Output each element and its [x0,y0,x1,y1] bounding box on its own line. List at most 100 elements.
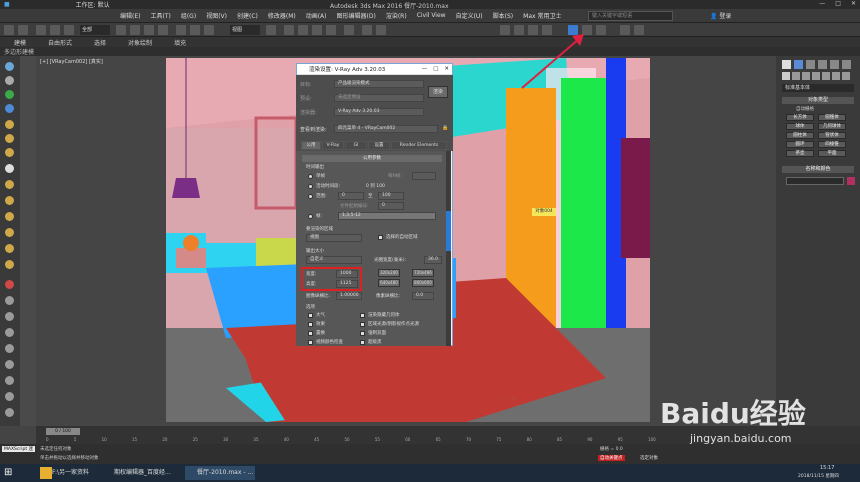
motion-tab-icon[interactable] [818,60,827,69]
cylinder-icon[interactable] [5,212,14,221]
scale-icon[interactable] [204,25,214,35]
vray-render-icon[interactable] [634,25,644,35]
video-color-check-checkbox[interactable] [308,340,313,345]
tab-gi[interactable]: GI [345,141,367,150]
super-black-checkbox[interactable] [360,340,365,345]
autogrid-checkbox[interactable]: 自动栅格 [796,106,814,112]
helper-icon[interactable] [5,148,14,157]
geosphere-button[interactable]: 几何球体 [818,123,846,130]
systems-icon[interactable] [842,72,850,80]
render-hidden-checkbox[interactable] [360,313,365,318]
every-nth-input[interactable] [412,172,436,180]
output-size-dropdown[interactable]: 自定义 [306,256,362,264]
tab-common[interactable]: 公用 [301,141,321,150]
teapot-button[interactable]: 茶壶 [786,150,814,157]
name-color-header[interactable]: 名称和颜色 [782,166,854,173]
area-lights-checkbox[interactable] [360,322,365,327]
login-button[interactable]: 👤 登录 [710,11,750,21]
renderer-dropdown[interactable]: V-Ray Adv 3.20.03 [334,108,424,116]
vray-frame-buffer-icon[interactable] [620,25,630,35]
angle-snap-icon[interactable] [298,25,308,35]
auto-key-button[interactable]: 自动关键点 [598,455,625,461]
render-production-icon[interactable] [596,25,606,35]
effects-checkbox[interactable] [308,322,313,327]
object-name-input[interactable] [786,177,844,185]
range-radio[interactable] [308,194,313,199]
select-object-icon[interactable] [116,25,126,35]
tool-a-icon[interactable] [5,280,14,289]
cylinder-button[interactable]: 圆柱体 [786,132,814,139]
lock-icon[interactable]: 🔒 [442,125,448,131]
mirror-icon[interactable] [362,25,372,35]
bind-spacewarp-icon[interactable] [64,25,74,35]
tab-vray[interactable]: V-Ray [322,141,344,150]
menu-scripting[interactable]: 脚本(S) [493,11,514,20]
ribbon-tab-modeling[interactable]: 建模 [14,38,26,47]
menu-tools[interactable]: 工具(T) [150,11,170,20]
menu-edit[interactable]: 编辑(E) [120,11,140,20]
primitive-type-dropdown[interactable]: 标准基本体 [782,84,854,92]
tab-render-elements[interactable]: Render Elements [391,141,447,150]
shapes-icon[interactable] [792,72,800,80]
pivot-icon[interactable] [266,25,276,35]
file-start-input[interactable]: 0 [378,202,404,210]
selection-filter-dropdown[interactable]: 全部 [80,25,110,35]
move-icon[interactable] [176,25,186,35]
create-icon[interactable] [5,62,14,71]
menu-civil-view[interactable]: Civil View [417,12,446,19]
cameras-icon[interactable] [812,72,820,80]
force-2sided-checkbox[interactable] [360,331,365,336]
selected-dropdown[interactable]: 选定对象 [640,455,658,461]
light-icon[interactable] [5,120,14,129]
displacement-checkbox[interactable] [308,331,313,336]
geometry-icon[interactable] [782,72,790,80]
scrollbar-thumb[interactable] [446,211,451,251]
minimize-icon[interactable]: — [819,0,825,7]
percent-snap-icon[interactable] [312,25,322,35]
helpers-icon[interactable] [822,72,830,80]
modify-tab-icon[interactable] [794,60,803,69]
spacewarps-icon[interactable] [832,72,840,80]
close-icon[interactable]: ✕ [851,0,856,7]
app-icon[interactable]: ■ [4,1,10,8]
menu-customize[interactable]: 自定义(U) [456,11,483,20]
taskbar-item-folder[interactable]: F:\另一家资料 [40,466,100,480]
ribbon-tab-selection[interactable]: 选择 [94,38,106,47]
utilities-tab-icon[interactable] [842,60,851,69]
dialog-maximize-icon[interactable]: □ [433,66,438,72]
teapot-icon[interactable] [5,260,14,269]
box-button[interactable]: 长方体 [786,114,814,121]
range-from-input[interactable]: 0 [338,192,364,200]
tool-e-icon[interactable] [5,344,14,353]
single-radio[interactable] [308,174,313,179]
hierarchy-tab-icon[interactable] [806,60,815,69]
tube-button[interactable]: 管状体 [818,132,846,139]
rect-selection-icon[interactable] [144,25,154,35]
spinner-snap-icon[interactable] [326,25,336,35]
menu-views[interactable]: 视图(V) [206,11,227,20]
plane-button[interactable]: 平面 [818,150,846,157]
time-slider[interactable]: 0 / 100 [46,428,80,435]
create-tab-icon[interactable] [782,60,791,69]
link-icon[interactable] [36,25,46,35]
auto-region-checkbox[interactable] [378,235,383,240]
hierarchy-icon[interactable] [5,90,14,99]
pixel-aspect-input[interactable]: 0.0 [412,292,434,300]
box-icon[interactable] [5,196,14,205]
dialog-close-icon[interactable]: ✕ [444,66,449,72]
pyramid-button[interactable]: 四棱锥 [818,141,846,148]
tool-b-icon[interactable] [5,296,14,305]
ribbon-tab-freeform[interactable]: 自由形式 [48,38,72,47]
select-by-name-icon[interactable] [130,25,140,35]
lights-icon[interactable] [802,72,810,80]
search-input[interactable]: 键入关键字或短语 [588,11,673,21]
view-to-render-dropdown[interactable]: 四元菜单 4 - VRayCam002 [334,125,438,133]
sphere-button[interactable]: 球体 [786,123,814,130]
preset-800x600[interactable]: 800x600 [412,279,434,287]
object-type-header[interactable]: 对象类型 [782,97,854,104]
named-selection-icon[interactable] [344,25,354,35]
plane-icon[interactable] [5,244,14,253]
reference-coord-dropdown[interactable]: 视图 [230,25,260,35]
camera-icon[interactable] [5,134,14,143]
ribbon-tab-populate[interactable]: 填充 [174,38,186,47]
